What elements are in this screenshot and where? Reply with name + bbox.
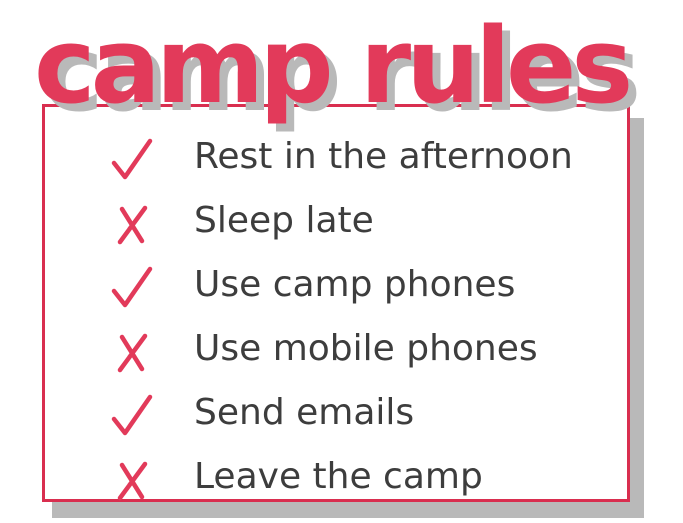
check-icon bbox=[108, 265, 156, 311]
list-item: Rest in the afternoon bbox=[0, 127, 683, 187]
list-item: Use camp phones bbox=[0, 255, 683, 315]
cross-icon bbox=[108, 457, 156, 503]
list-item: Use mobile phones bbox=[0, 319, 683, 379]
list-item: Sleep late bbox=[0, 191, 683, 251]
rule-text: Use camp phones bbox=[194, 264, 516, 305]
check-icon bbox=[108, 137, 156, 183]
rule-text: Leave the camp bbox=[194, 456, 483, 497]
rule-text: Sleep late bbox=[194, 200, 374, 241]
list-item: Send emails bbox=[0, 383, 683, 443]
rule-text: Rest in the afternoon bbox=[194, 136, 573, 177]
rule-list: Rest in the afternoon Sleep late Use cam… bbox=[0, 0, 683, 523]
cross-icon bbox=[108, 329, 156, 375]
check-icon bbox=[108, 393, 156, 439]
rule-text: Send emails bbox=[194, 392, 415, 433]
list-item: Leave the camp bbox=[0, 447, 683, 507]
cross-icon bbox=[108, 201, 156, 247]
rule-text: Use mobile phones bbox=[194, 328, 538, 369]
